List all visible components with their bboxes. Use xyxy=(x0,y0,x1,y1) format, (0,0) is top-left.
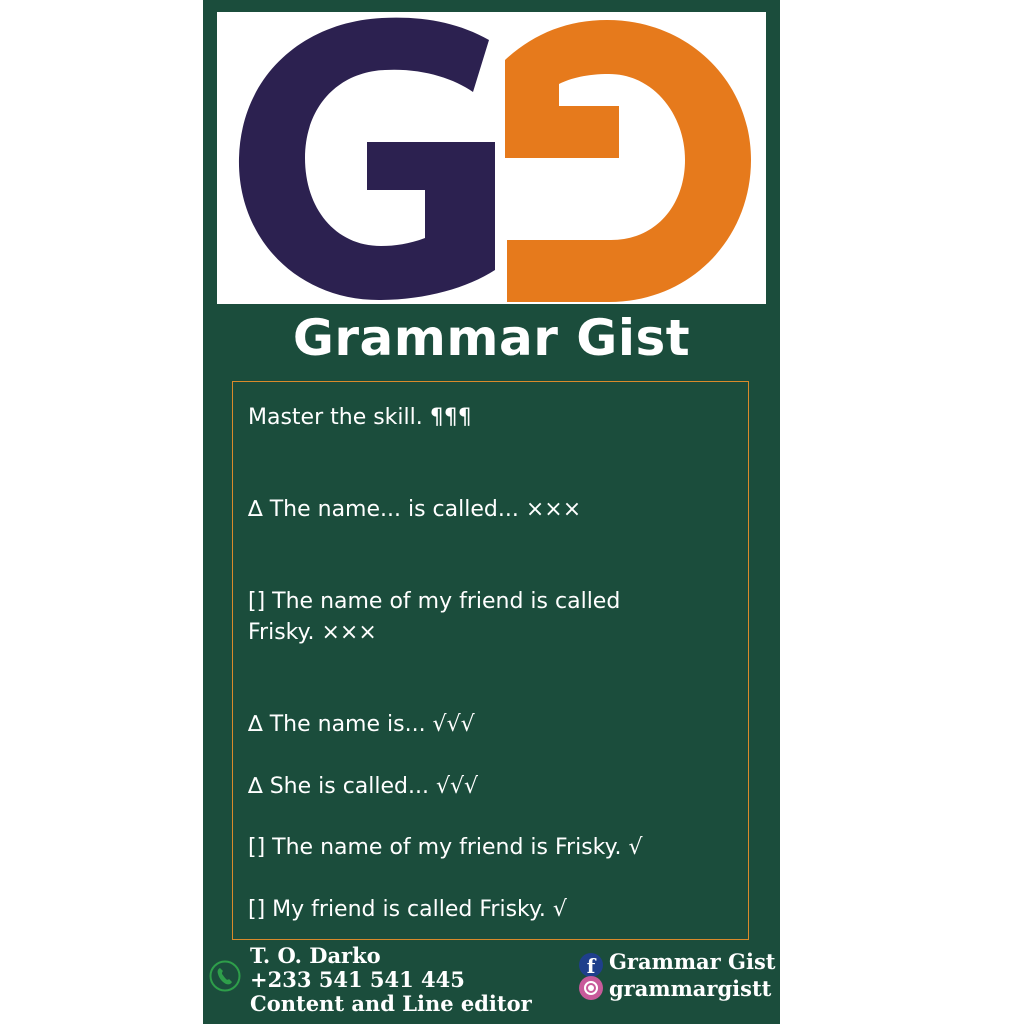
instagram-label: grammargistt xyxy=(609,976,772,1001)
lesson-line: Master the skill. ¶¶¶ xyxy=(248,405,472,430)
author-role: Content and Line editor xyxy=(250,991,532,1016)
lesson-line: [] The name of my friend is Frisky. √ xyxy=(248,835,643,860)
poster-card: Grammar Gist Master the skill. ¶¶¶ ∆ The… xyxy=(203,0,780,1024)
brand-title: Grammar Gist xyxy=(292,309,691,367)
lesson-line: [] The name of my friend is called Frisk… xyxy=(248,589,621,645)
phone-number[interactable]: +233 541 541 445 xyxy=(250,968,532,992)
facebook-icon: f xyxy=(579,953,603,978)
facebook-label: Grammar Gist xyxy=(609,949,776,974)
instagram-icon xyxy=(579,976,603,1000)
lesson-line: ∆ She is called... √√√ xyxy=(248,774,479,799)
facebook-link[interactable]: f Grammar Gist xyxy=(579,949,776,978)
lesson-line: [] My friend is called Frisky. √ xyxy=(248,897,567,922)
contact-block: T. O. Darko +233 541 541 445 Content and… xyxy=(250,944,532,1016)
gg-logo-graphic xyxy=(238,17,751,302)
phone-icon xyxy=(209,960,241,992)
logo xyxy=(217,12,766,304)
lesson-line: ∆ The name is... √√√ xyxy=(248,712,475,737)
lesson-panel: Master the skill. ¶¶¶ ∆ The name... is c… xyxy=(232,381,749,940)
instagram-link[interactable]: grammargistt xyxy=(579,976,771,1002)
author-name: T. O. Darko xyxy=(250,943,381,968)
lesson-line: ∆ The name... is called... ××× xyxy=(248,497,582,522)
